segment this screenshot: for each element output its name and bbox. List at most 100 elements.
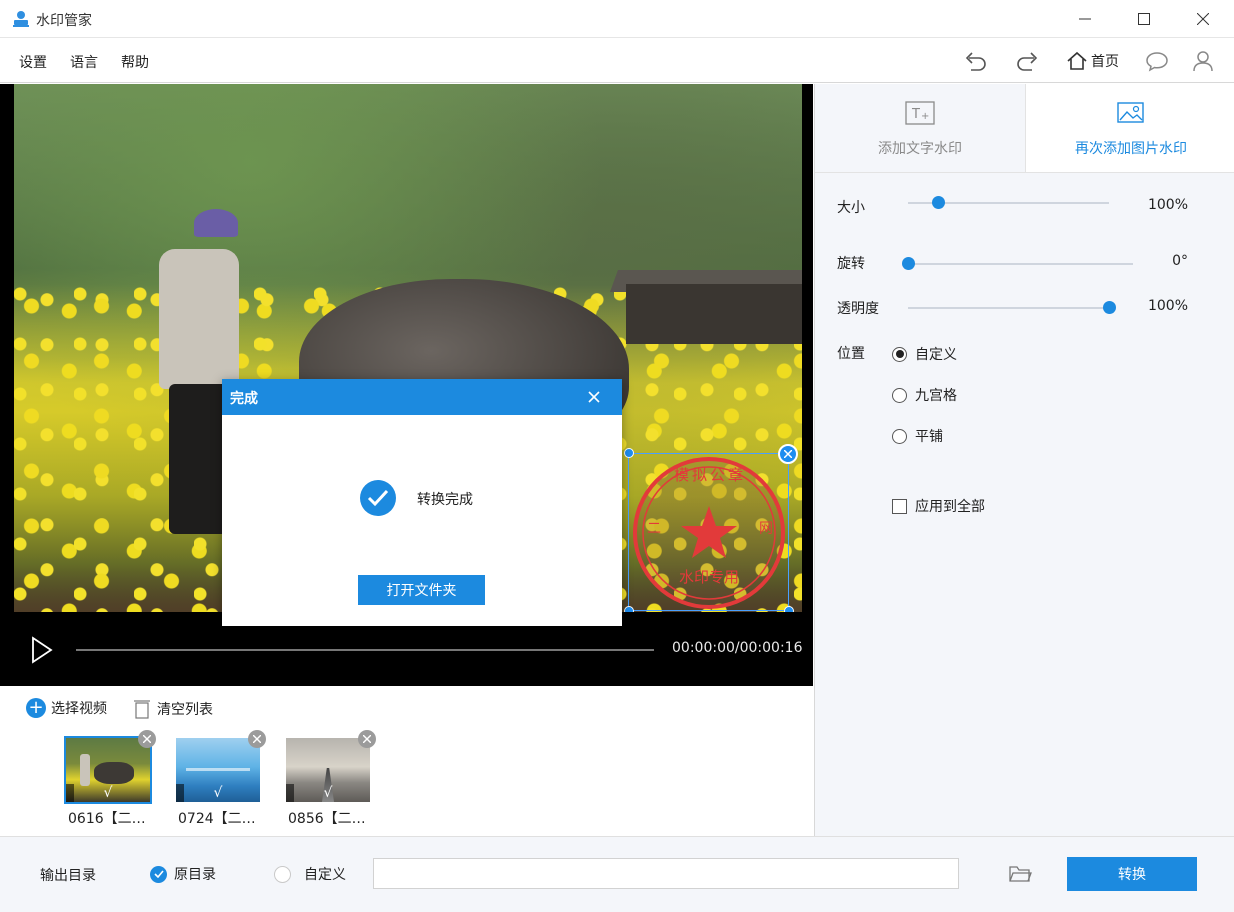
menu-language[interactable]: 语言 bbox=[70, 52, 98, 72]
minimize-button[interactable] bbox=[1056, 0, 1114, 38]
checkmark-icon: √ bbox=[286, 784, 370, 802]
video-thumbnail[interactable]: √ bbox=[286, 730, 376, 802]
stamp-side-left: 二 bbox=[647, 521, 661, 537]
completion-dialog: 完成 转换完成 打开文件夹 bbox=[222, 379, 622, 626]
radio-checked-icon bbox=[150, 865, 167, 883]
app-logo-icon bbox=[13, 11, 29, 27]
video-name: 0616【二… bbox=[68, 811, 146, 827]
user-icon bbox=[1193, 51, 1213, 72]
menu-bar: 设置 语言 帮助 首页 bbox=[0, 39, 1234, 83]
panel-body: 大小 100% 旋转 0° 透明度 100% 位置 自定义 九宫格 平铺 应用到… bbox=[815, 172, 1234, 836]
svg-text:+: + bbox=[921, 111, 929, 122]
remove-watermark-button[interactable] bbox=[778, 444, 798, 464]
video-name: 0724【二… bbox=[178, 811, 256, 827]
dialog-close-button[interactable] bbox=[584, 387, 604, 407]
resize-handle-top-left[interactable] bbox=[624, 448, 634, 458]
position-tile-radio[interactable]: 平铺 bbox=[892, 426, 943, 446]
size-slider-thumb[interactable] bbox=[932, 196, 946, 209]
clear-list-label: 清空列表 bbox=[157, 702, 213, 718]
tab-add-text-watermark-label: 添加文字水印 bbox=[878, 141, 962, 157]
output-path-input[interactable] bbox=[373, 858, 959, 889]
text-box-icon: T + bbox=[905, 101, 935, 125]
select-video-label: 选择视频 bbox=[51, 701, 107, 717]
undo-icon bbox=[965, 52, 986, 71]
menu-settings[interactable]: 设置 bbox=[19, 52, 47, 72]
clear-list-button[interactable]: 清空列表 bbox=[133, 698, 213, 720]
play-icon[interactable] bbox=[30, 636, 54, 664]
output-original-dir-radio[interactable]: 原目录 bbox=[150, 864, 216, 884]
checkbox-unchecked-icon bbox=[892, 498, 907, 514]
dialog-message: 转换完成 bbox=[417, 492, 473, 508]
svg-text:T: T bbox=[911, 107, 920, 122]
close-icon bbox=[143, 735, 151, 743]
app-title: 水印管家 bbox=[36, 13, 92, 29]
rotate-value: 0° bbox=[1172, 253, 1188, 269]
home-label[interactable]: 首页 bbox=[1091, 51, 1119, 71]
close-window-button[interactable] bbox=[1174, 0, 1232, 38]
home-icon bbox=[1067, 51, 1087, 70]
checkmark-icon: √ bbox=[176, 784, 260, 802]
remove-thumbnail-button[interactable] bbox=[138, 730, 156, 748]
opacity-label: 透明度 bbox=[837, 301, 879, 317]
output-bar: 输出目录 原目录 自定义 转换 bbox=[0, 836, 1234, 912]
radio-unchecked-icon bbox=[892, 428, 907, 444]
settings-panel: T + 添加文字水印 再次添加图片水印 大小 100% 旋转 0° 透明度 10… bbox=[814, 84, 1234, 836]
position-label: 位置 bbox=[837, 346, 865, 362]
tab-add-text-watermark[interactable]: T + 添加文字水印 bbox=[815, 84, 1025, 172]
rotate-label: 旋转 bbox=[837, 256, 865, 272]
success-check-icon bbox=[360, 480, 396, 516]
seek-bar[interactable] bbox=[76, 649, 654, 651]
opacity-value: 100% bbox=[1147, 298, 1188, 314]
close-icon bbox=[363, 735, 371, 743]
undo-button[interactable] bbox=[962, 49, 988, 73]
stamp-side-right: 网 bbox=[759, 521, 773, 537]
select-video-button[interactable]: + 选择视频 bbox=[26, 698, 107, 718]
rotate-slider-thumb[interactable] bbox=[902, 257, 915, 270]
opacity-slider-thumb[interactable] bbox=[1103, 301, 1116, 314]
position-custom-radio[interactable]: 自定义 bbox=[892, 344, 957, 364]
image-watermark[interactable]: 模拟公章 二 网 水印专用 bbox=[628, 453, 789, 611]
radio-unchecked-icon bbox=[274, 865, 291, 883]
feedback-button[interactable] bbox=[1144, 49, 1170, 73]
convert-button[interactable]: 转换 bbox=[1067, 857, 1197, 891]
trash-icon bbox=[134, 700, 150, 719]
stamp-bottom-text: 水印专用 bbox=[678, 568, 739, 586]
dialog-title: 完成 bbox=[230, 391, 258, 407]
redo-button[interactable] bbox=[1015, 49, 1041, 73]
remove-thumbnail-button[interactable] bbox=[248, 730, 266, 748]
position-grid-radio[interactable]: 九宫格 bbox=[892, 385, 957, 405]
plus-icon: + bbox=[26, 698, 46, 718]
home-button[interactable] bbox=[1064, 49, 1090, 73]
checkmark-icon: √ bbox=[66, 784, 150, 802]
redo-icon bbox=[1017, 52, 1038, 71]
file-list-area: + 选择视频 清空列表 √ 0616【二… √ 0724【二… √ 0856【二… bbox=[0, 686, 813, 836]
size-value: 100% bbox=[1147, 197, 1188, 213]
remove-thumbnail-button[interactable] bbox=[358, 730, 376, 748]
title-bar: 水印管家 bbox=[0, 0, 1234, 38]
account-button[interactable] bbox=[1190, 49, 1216, 73]
video-thumbnail[interactable]: √ bbox=[64, 730, 156, 804]
output-custom-dir-radio[interactable]: 自定义 bbox=[274, 864, 346, 884]
rotate-slider[interactable] bbox=[908, 263, 1133, 265]
radio-unchecked-icon bbox=[892, 387, 907, 403]
opacity-slider[interactable] bbox=[908, 307, 1109, 309]
tab-add-image-watermark[interactable]: 再次添加图片水印 bbox=[1025, 84, 1234, 172]
stamp-top-text: 模拟公章 bbox=[673, 466, 746, 484]
video-name: 0856【二… bbox=[288, 811, 366, 827]
image-icon bbox=[1117, 102, 1144, 123]
video-thumbnail[interactable]: √ bbox=[176, 730, 266, 802]
dialog-header: 完成 bbox=[222, 379, 622, 415]
maximize-icon bbox=[1138, 13, 1150, 25]
close-icon bbox=[253, 735, 261, 743]
close-icon bbox=[784, 450, 792, 458]
tab-add-image-watermark-label: 再次添加图片水印 bbox=[1075, 141, 1187, 157]
radio-checked-icon bbox=[892, 346, 907, 362]
maximize-button[interactable] bbox=[1115, 0, 1173, 38]
folder-icon[interactable] bbox=[1008, 863, 1032, 885]
close-icon bbox=[588, 391, 600, 403]
open-folder-button[interactable]: 打开文件夹 bbox=[358, 575, 485, 605]
apply-to-all-checkbox[interactable]: 应用到全部 bbox=[892, 496, 985, 516]
size-label: 大小 bbox=[837, 200, 865, 216]
chat-bubble-icon bbox=[1146, 52, 1168, 72]
menu-help[interactable]: 帮助 bbox=[121, 52, 149, 72]
